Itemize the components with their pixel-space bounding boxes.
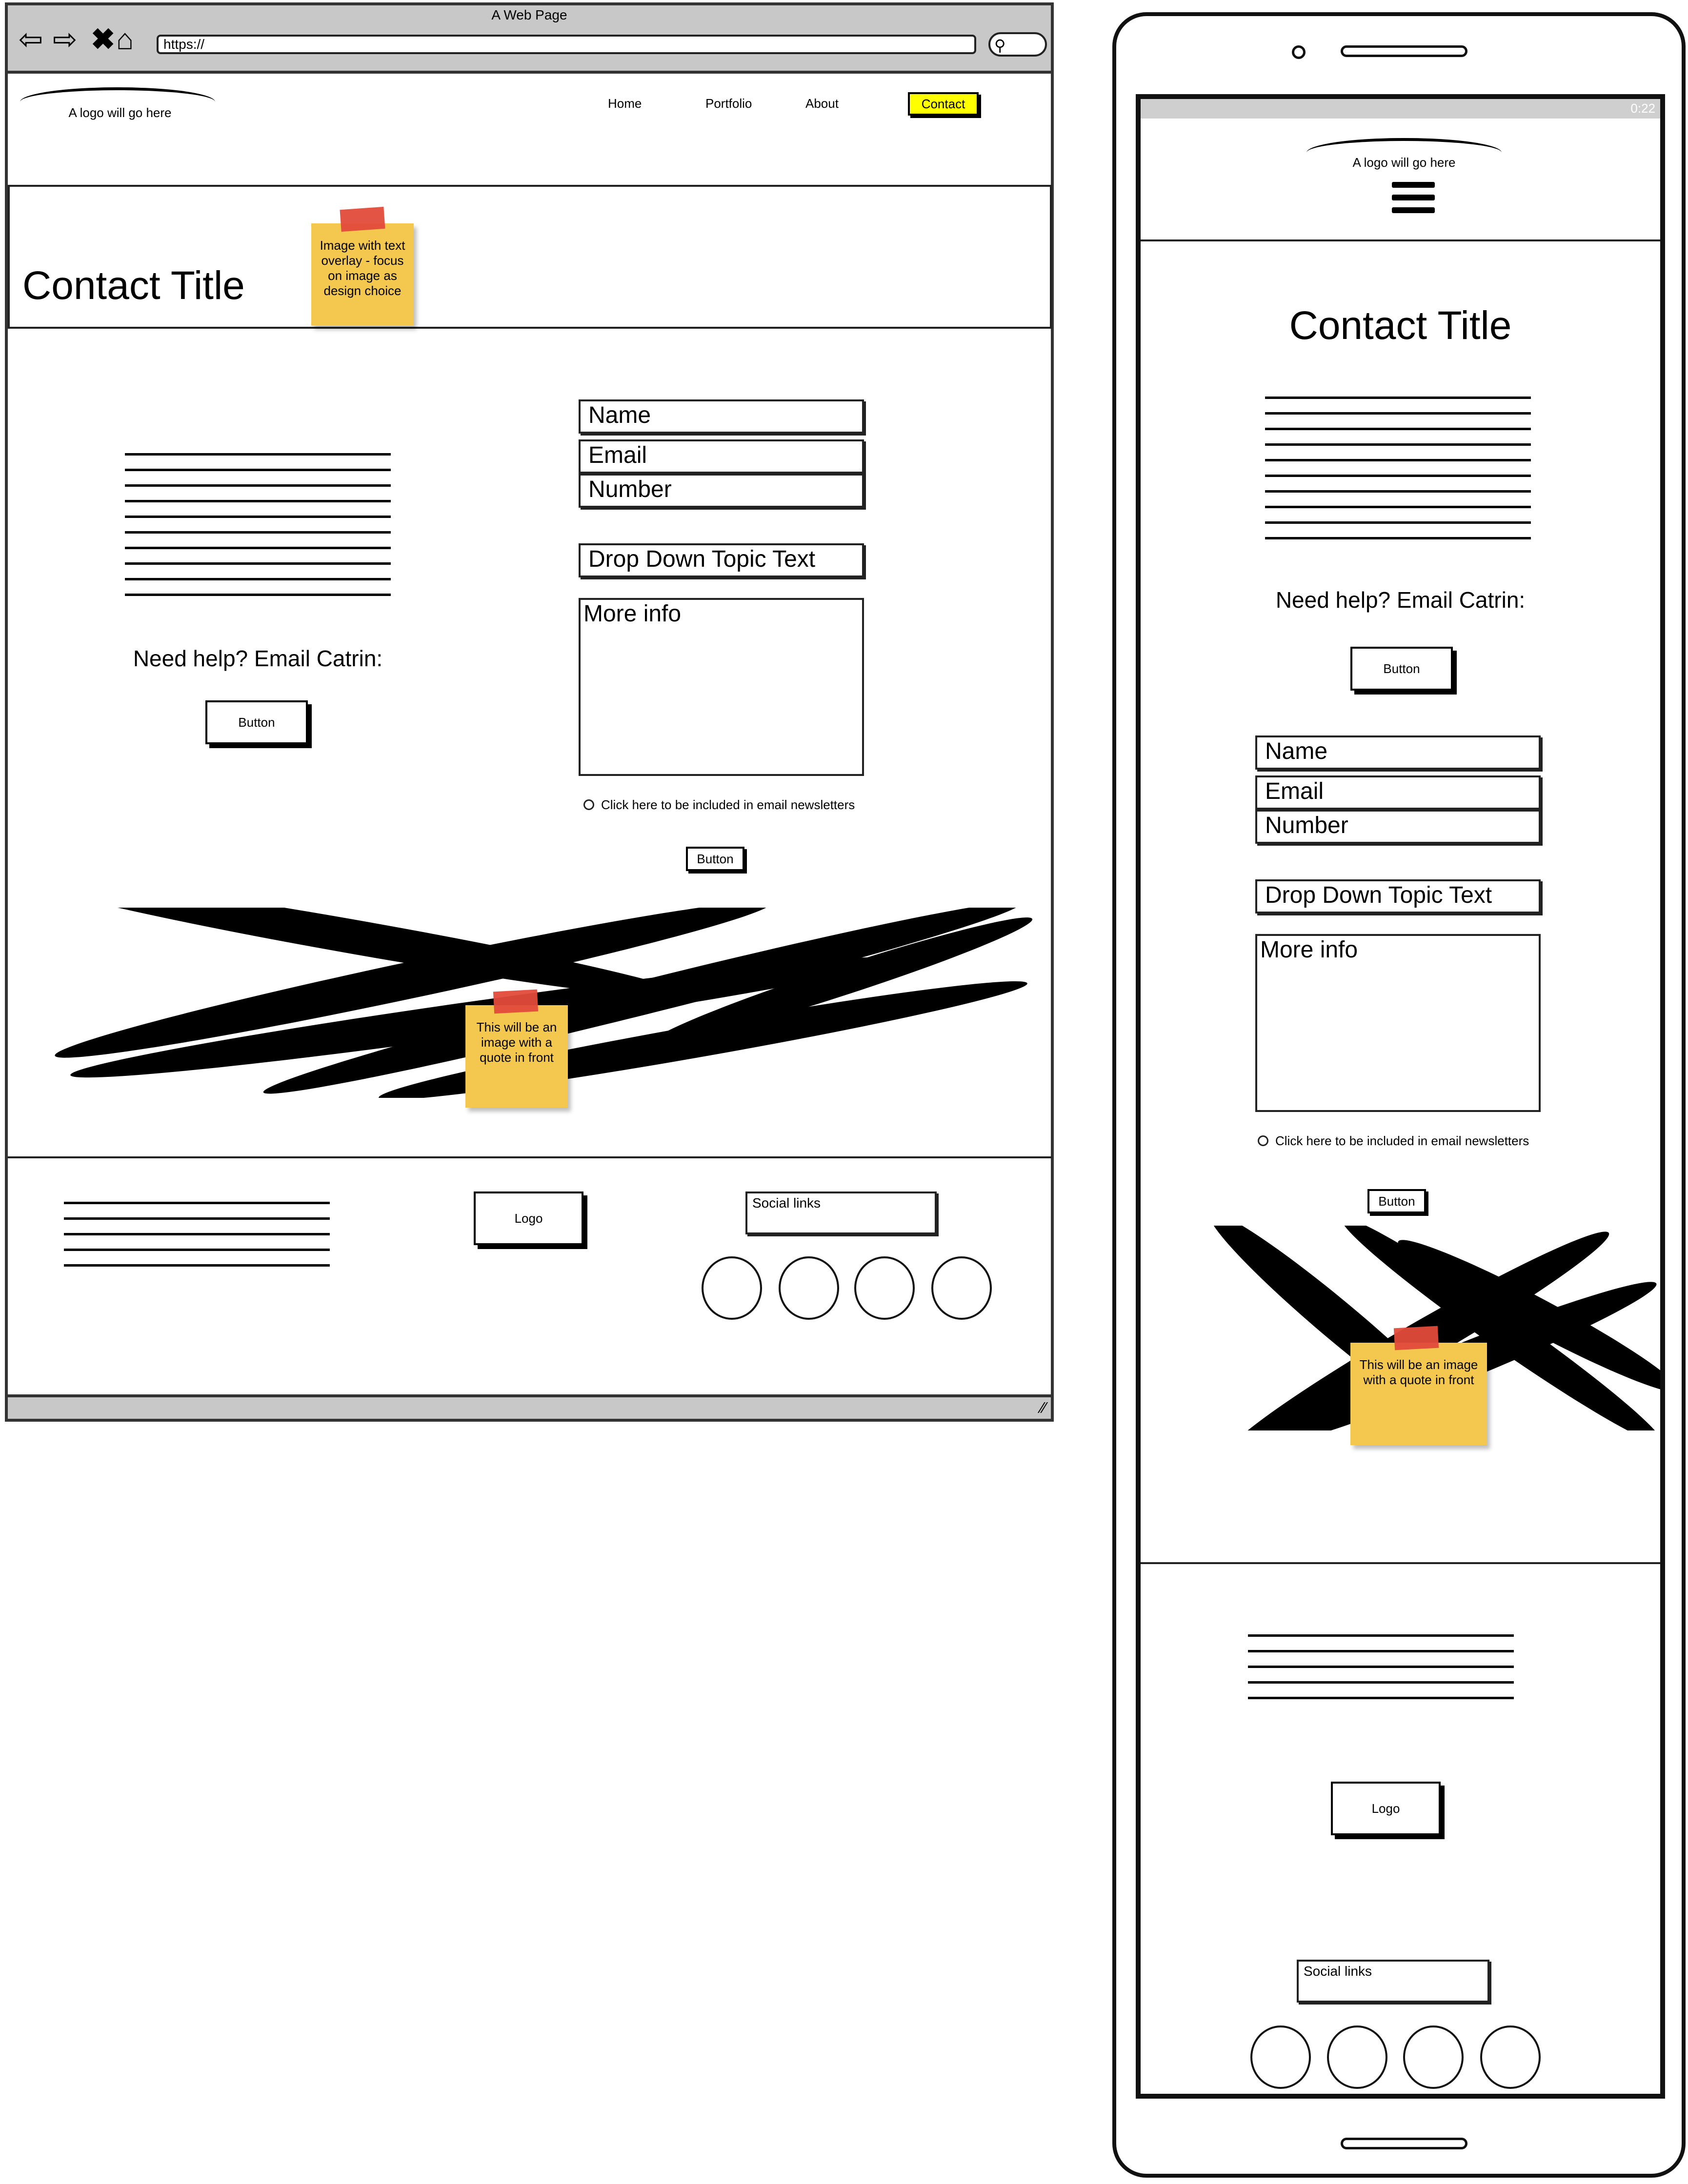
phone-screen: 0:22 A logo will go here Contact Title N…: [1136, 94, 1665, 2099]
sticky-tape: [340, 206, 385, 232]
help-button[interactable]: Button: [1350, 647, 1453, 691]
phone-status-bar: 0:22: [1141, 99, 1660, 119]
mobile-phone-mockup: 0:22 A logo will go here Contact Title N…: [1112, 12, 1686, 2178]
footer-text-block: [64, 1202, 330, 1280]
logo-swash: [20, 87, 215, 102]
logo-swash: [1306, 138, 1502, 153]
footer-divider: [1141, 1562, 1660, 1564]
nav-contact[interactable]: Contact: [908, 92, 979, 116]
hero-sticky-note: Image with text overlay - focus on image…: [311, 223, 414, 326]
browser-toolbar: A Web Page ⇦ ⇨ ✖ ⌂ https:// ⚲: [8, 5, 1051, 74]
social-icon-4[interactable]: [931, 1256, 992, 1320]
camera-icon: [1292, 45, 1306, 59]
home-icon[interactable]: ⌂: [116, 25, 134, 54]
logo[interactable]: A logo will go here: [37, 105, 203, 120]
number-field[interactable]: Number: [1255, 810, 1541, 844]
footer-logo[interactable]: Logo: [1331, 1782, 1441, 1835]
name-field[interactable]: Name: [1255, 735, 1541, 770]
placeholder-text-block: [1265, 397, 1531, 549]
newsletter-radio[interactable]: [1258, 1135, 1268, 1146]
forward-arrow-icon[interactable]: ⇨: [53, 25, 77, 54]
nav-about[interactable]: About: [805, 96, 839, 111]
browser-title: A Web Page: [491, 7, 567, 22]
page-title: Contact Title: [22, 263, 245, 308]
submit-button[interactable]: Button: [686, 847, 744, 871]
more-info-textarea[interactable]: More info: [579, 598, 864, 776]
close-icon[interactable]: ✖: [91, 25, 115, 54]
search-button[interactable]: ⚲: [988, 32, 1047, 57]
footer-logo[interactable]: Logo: [474, 1191, 583, 1245]
more-info-textarea[interactable]: More info: [1255, 934, 1541, 1112]
social-icon-1[interactable]: [702, 1256, 762, 1320]
footer-divider: [8, 1156, 1052, 1158]
hamburger-menu-icon[interactable]: [1392, 182, 1435, 213]
back-arrow-icon[interactable]: ⇦: [19, 25, 43, 54]
newsletter-radio[interactable]: [583, 799, 594, 810]
page-title: Contact Title: [1289, 303, 1512, 348]
social-icon-1[interactable]: [1250, 2025, 1311, 2089]
help-text: Need help? Email Catrin:: [133, 646, 383, 671]
speaker-grille: [1341, 45, 1467, 57]
logo[interactable]: A logo will go here: [1316, 155, 1492, 170]
header-divider: [1141, 239, 1660, 241]
social-icon-2[interactable]: [779, 1256, 839, 1320]
nav-home[interactable]: Home: [608, 96, 642, 111]
home-indicator[interactable]: [1341, 2138, 1467, 2149]
quote-sticky-note: This will be an image with a quote in fr…: [465, 1005, 568, 1108]
sticky-tape: [1393, 1326, 1439, 1350]
help-button[interactable]: Button: [205, 700, 308, 744]
social-icon-3[interactable]: [1403, 2025, 1464, 2089]
desktop-browser-mockup: A Web Page ⇦ ⇨ ✖ ⌂ https:// ⚲ A logo wil…: [5, 2, 1054, 1422]
status-time: 0:22: [1630, 101, 1655, 116]
social-icon-2[interactable]: [1327, 2025, 1387, 2089]
url-input[interactable]: https://: [157, 35, 976, 54]
search-icon: ⚲: [994, 37, 1006, 54]
topic-dropdown[interactable]: Drop Down Topic Text: [579, 543, 864, 577]
topic-dropdown[interactable]: Drop Down Topic Text: [1255, 879, 1541, 913]
quote-sticky-note: This will be an image with a quote in fr…: [1350, 1343, 1487, 1445]
submit-button[interactable]: Button: [1367, 1189, 1426, 1213]
email-field[interactable]: Email: [1255, 775, 1541, 810]
resize-handle-icon[interactable]: ∕∕: [1041, 1399, 1046, 1417]
social-links-box: Social links: [1297, 1960, 1489, 2003]
help-text: Need help? Email Catrin:: [1275, 587, 1526, 613]
placeholder-text-block: [125, 453, 391, 605]
newsletter-label: Click here to be included in email newsl…: [1275, 1133, 1529, 1148]
social-icon-4[interactable]: [1480, 2025, 1541, 2089]
sticky-tape: [493, 989, 539, 1014]
social-icon-3[interactable]: [854, 1256, 915, 1320]
browser-status-bar: ∕∕: [8, 1394, 1051, 1419]
number-field[interactable]: Number: [579, 474, 864, 508]
newsletter-label: Click here to be included in email newsl…: [601, 797, 855, 812]
footer-text-block: [1248, 1634, 1514, 1712]
nav-portfolio[interactable]: Portfolio: [705, 96, 752, 111]
social-links-box: Social links: [745, 1191, 937, 1234]
name-field[interactable]: Name: [579, 399, 864, 434]
email-field[interactable]: Email: [579, 439, 864, 474]
